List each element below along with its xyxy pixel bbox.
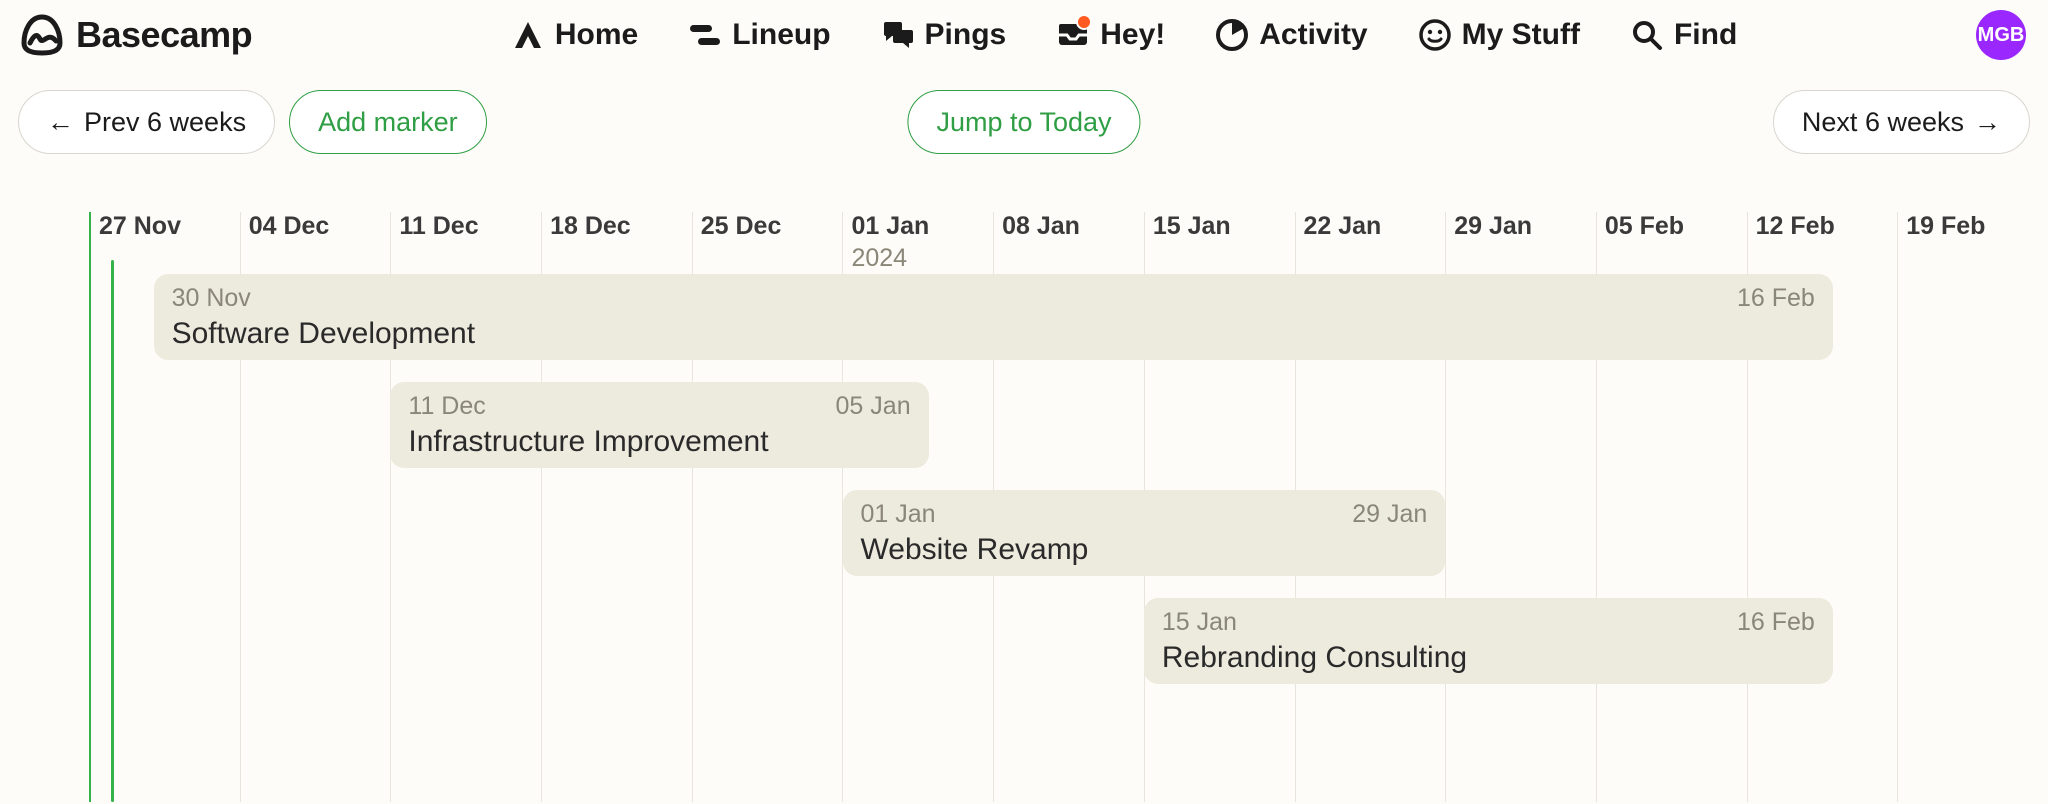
project-title: Software Development [172, 317, 1815, 351]
column-date-label: 05 Feb [1605, 212, 1684, 241]
column-date-label: 18 Dec [550, 212, 631, 241]
prev-weeks-button[interactable]: ← Prev 6 weeks [18, 90, 275, 154]
project-end-date: 16 Feb [1737, 284, 1815, 313]
nav-activity[interactable]: Activity [1215, 18, 1367, 52]
timeline: 27 Nov 04 Dec 11 Dec 18 Dec 25 Dec 01 Jan 2024… [0, 212, 2048, 802]
lineup-toolbar: ← Prev 6 weeks Add marker Jump to Today … [0, 70, 2048, 160]
add-marker-button[interactable]: Add marker [289, 90, 487, 154]
avatar-initials: MGB [1978, 24, 2025, 47]
project-title: Rebranding Consulting [1162, 641, 1815, 675]
nav-label: Home [555, 18, 638, 52]
nav-items: Home Lineup Pings [292, 18, 1956, 52]
column-date-label: 11 Dec [399, 212, 478, 241]
project-start-date: 15 Jan [1162, 608, 1237, 637]
today-marker [111, 260, 114, 802]
button-label: Jump to Today [936, 107, 1111, 138]
button-label: Add marker [318, 107, 458, 138]
column-date-label: 22 Jan [1304, 212, 1382, 241]
project-start-date: 30 Nov [172, 284, 251, 313]
project-bar[interactable]: 30 Nov 16 Feb Software Development [154, 274, 1833, 360]
brand[interactable]: Basecamp [18, 11, 252, 59]
project-title: Infrastructure Improvement [408, 425, 910, 459]
column-date-label: 27 Nov [99, 212, 181, 241]
column-date-label: 12 Feb [1756, 212, 1835, 241]
nav-lineup[interactable]: Lineup [688, 18, 830, 52]
home-icon [511, 18, 545, 52]
nav-home[interactable]: Home [511, 18, 638, 52]
avatar[interactable]: MGB [1976, 10, 2026, 60]
column-date-label: 15 Jan [1153, 212, 1231, 241]
column-date-label: 25 Dec [701, 212, 782, 241]
next-weeks-button[interactable]: Next 6 weeks → [1773, 90, 2030, 154]
button-label: Next 6 weeks [1802, 107, 1964, 138]
column-date-label: 01 Jan [851, 212, 929, 241]
search-icon [1630, 18, 1664, 52]
project-bar[interactable]: 11 Dec 05 Jan Infrastructure Improvement [390, 382, 928, 468]
nav-label: Find [1674, 18, 1737, 52]
nav-pings[interactable]: Pings [881, 18, 1007, 52]
mystuff-icon [1418, 18, 1452, 52]
project-start-date: 11 Dec [408, 392, 485, 421]
nav-mystuff[interactable]: My Stuff [1418, 18, 1580, 52]
project-title: Website Revamp [861, 533, 1428, 567]
arrow-left-icon: ← [47, 107, 74, 138]
jump-today-button[interactable]: Jump to Today [907, 90, 1140, 154]
project-bar[interactable]: 15 Jan 16 Feb Rebranding Consulting [1144, 598, 1833, 684]
activity-icon [1215, 18, 1249, 52]
nav-label: My Stuff [1462, 18, 1580, 52]
basecamp-logo-icon [18, 11, 66, 59]
project-end-date: 16 Feb [1737, 608, 1815, 637]
top-nav: Basecamp Home Lineup [0, 0, 2048, 70]
project-end-date: 05 Jan [836, 392, 911, 421]
nav-label: Lineup [732, 18, 830, 52]
project-bar[interactable]: 01 Jan 29 Jan Website Revamp [843, 490, 1446, 576]
nav-find[interactable]: Find [1630, 18, 1737, 52]
project-start-date: 01 Jan [861, 500, 936, 529]
pings-icon [881, 18, 915, 52]
nav-label: Activity [1259, 18, 1367, 52]
timeline-column: 19 Feb [1897, 212, 2048, 802]
nav-label: Hey! [1100, 18, 1165, 52]
column-year-label: 2024 [851, 244, 907, 273]
brand-name: Basecamp [76, 14, 252, 56]
lineup-icon [688, 18, 722, 52]
nav-label: Pings [925, 18, 1007, 52]
column-date-label: 29 Jan [1454, 212, 1532, 241]
column-date-label: 04 Dec [249, 212, 330, 241]
project-end-date: 29 Jan [1352, 500, 1427, 529]
arrow-right-icon: → [1974, 107, 2001, 138]
column-date-label: 19 Feb [1906, 212, 1985, 241]
nav-hey[interactable]: Hey! [1056, 18, 1165, 52]
button-label: Prev 6 weeks [84, 107, 246, 138]
column-date-label: 08 Jan [1002, 212, 1080, 241]
